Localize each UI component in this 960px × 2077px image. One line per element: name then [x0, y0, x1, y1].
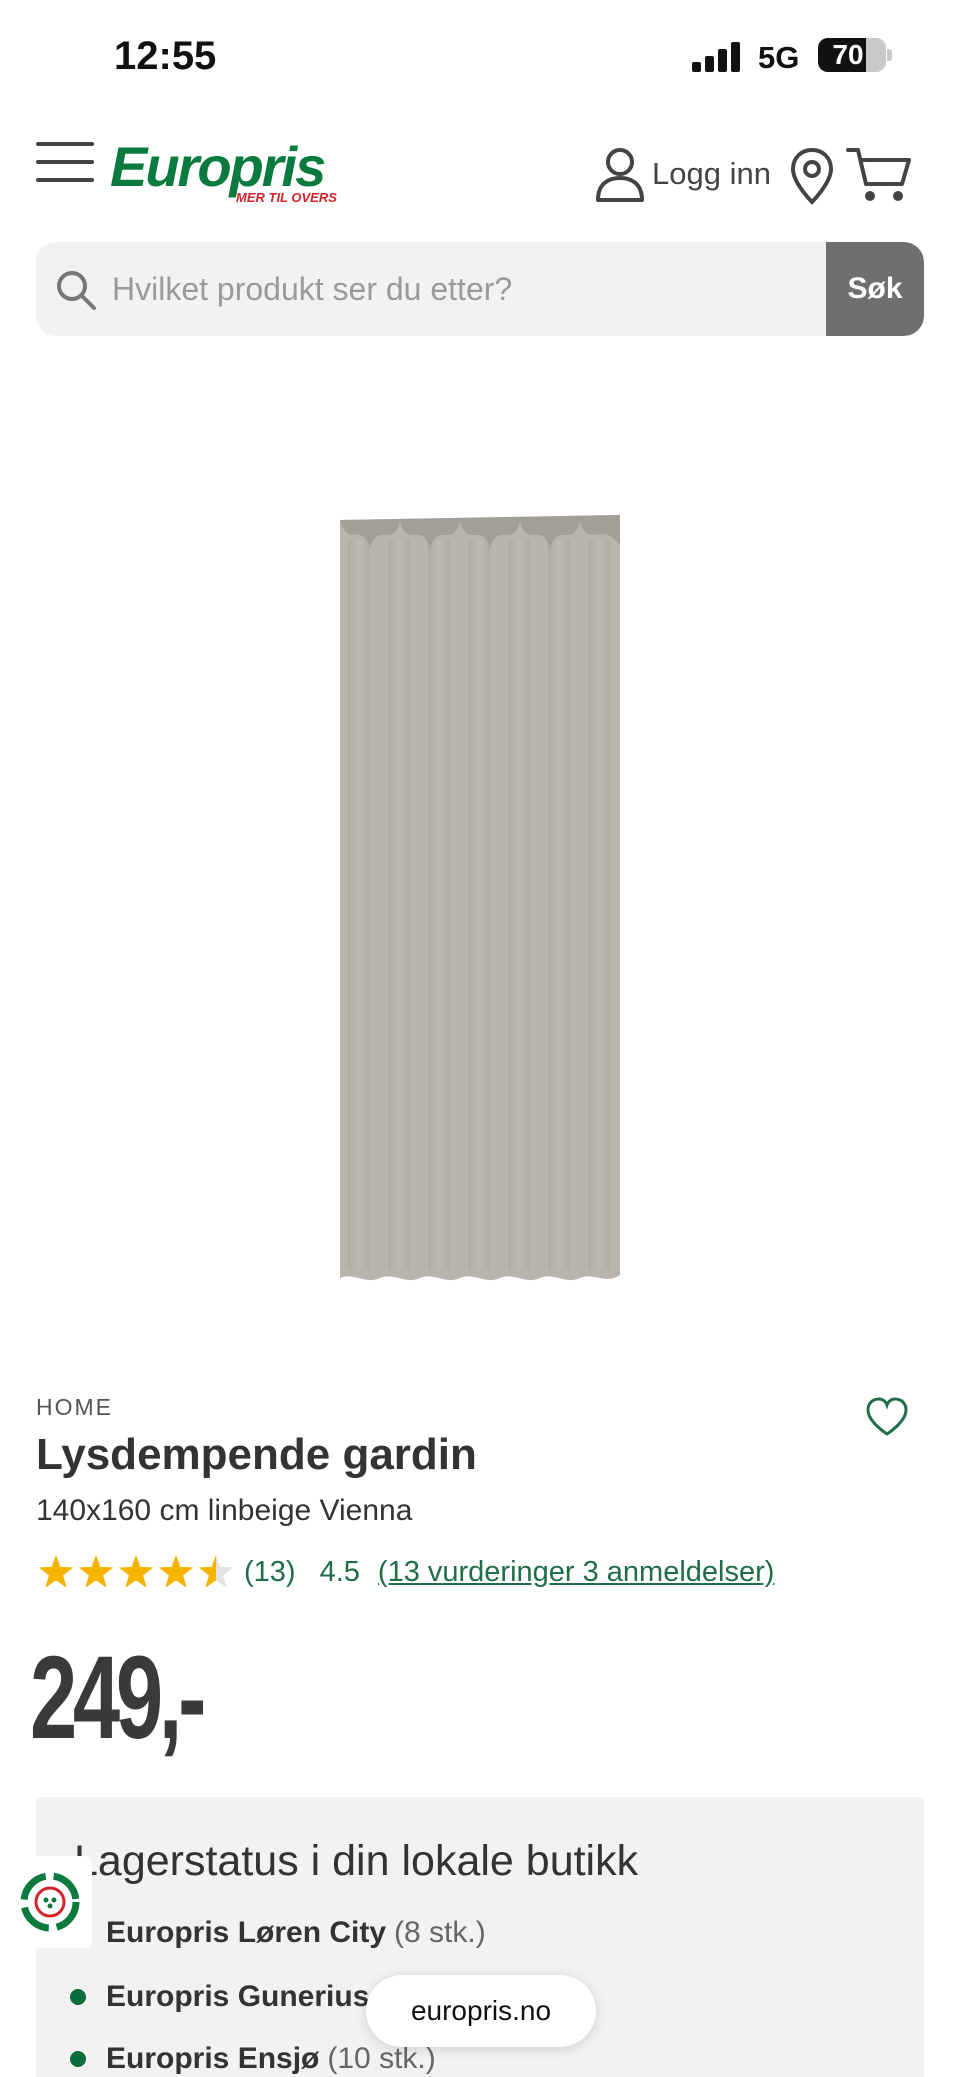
stock-store-name: Europris Gunerius C: [106, 1980, 400, 2013]
login-button[interactable]: Logg inn: [594, 144, 771, 204]
rating-value: 4.5: [319, 1555, 360, 1588]
search-bar: Søk: [36, 242, 924, 336]
stock-item[interactable]: Europris Løren City (8 stk.): [70, 1913, 486, 1953]
rating-row: (13) 4.5 (13 vurderinger 3 anmeldelser): [36, 1550, 774, 1594]
reviews-link[interactable]: (13 vurderinger 3 anmeldelser): [378, 1556, 775, 1589]
product-title: Lysdempende gardin: [36, 1430, 477, 1479]
status-bar: 12:55 5G 70: [0, 0, 960, 110]
battery-icon: 70: [818, 38, 886, 72]
stock-available-dot: [70, 2051, 86, 2067]
signal-icon: [692, 40, 742, 72]
product-brand[interactable]: HOME: [36, 1394, 113, 1421]
stock-item[interactable]: Europris Gunerius C: [70, 1977, 407, 2017]
login-label: Logg inn: [652, 156, 771, 191]
status-time: 12:55: [114, 34, 217, 78]
stock-title: Lagerstatus i din lokale butikk: [74, 1837, 639, 1885]
stock-store-name: Europris Ensjø: [106, 2042, 320, 2075]
star-icon: [158, 1555, 194, 1588]
location-pin-icon[interactable]: [788, 146, 836, 206]
product-image[interactable]: [330, 500, 630, 1300]
user-icon: [596, 148, 644, 202]
battery-nub: [887, 49, 892, 61]
stock-store-name: Europris Løren City: [106, 1916, 387, 1949]
star-rating: [38, 1555, 234, 1588]
recycle-icon: [20, 1872, 80, 1932]
network-label: 5G: [758, 40, 800, 75]
stock-quantity: (10 stk.): [327, 2042, 436, 2075]
star-icon: [118, 1555, 154, 1588]
stock-item[interactable]: Europris Ensjø (10 stk.): [70, 2039, 436, 2077]
heart-icon[interactable]: [864, 1396, 910, 1438]
recycle-badge[interactable]: [8, 1856, 92, 1948]
search-button[interactable]: Søk: [826, 242, 924, 336]
cart-icon[interactable]: [846, 146, 912, 204]
star-icon: [198, 1555, 234, 1588]
product-subtitle: 140x160 cm linbeige Vienna: [36, 1494, 413, 1527]
stock-quantity: (8 stk.): [394, 1916, 486, 1949]
star-icon: [38, 1555, 74, 1588]
battery-level: 70: [832, 39, 864, 70]
product-price: 249,-: [30, 1632, 206, 1764]
search-input[interactable]: [112, 242, 812, 336]
stock-available-dot: [70, 1989, 86, 2005]
search-icon: [57, 271, 96, 310]
logo-tagline: MER TIL OVERS: [236, 190, 337, 205]
star-icon: [78, 1555, 114, 1588]
rating-count: (13): [244, 1555, 296, 1588]
browser-url[interactable]: europris.no: [366, 1975, 596, 2047]
logo[interactable]: Europris MER TIL OVERS: [110, 134, 337, 210]
menu-icon[interactable]: [36, 140, 96, 184]
